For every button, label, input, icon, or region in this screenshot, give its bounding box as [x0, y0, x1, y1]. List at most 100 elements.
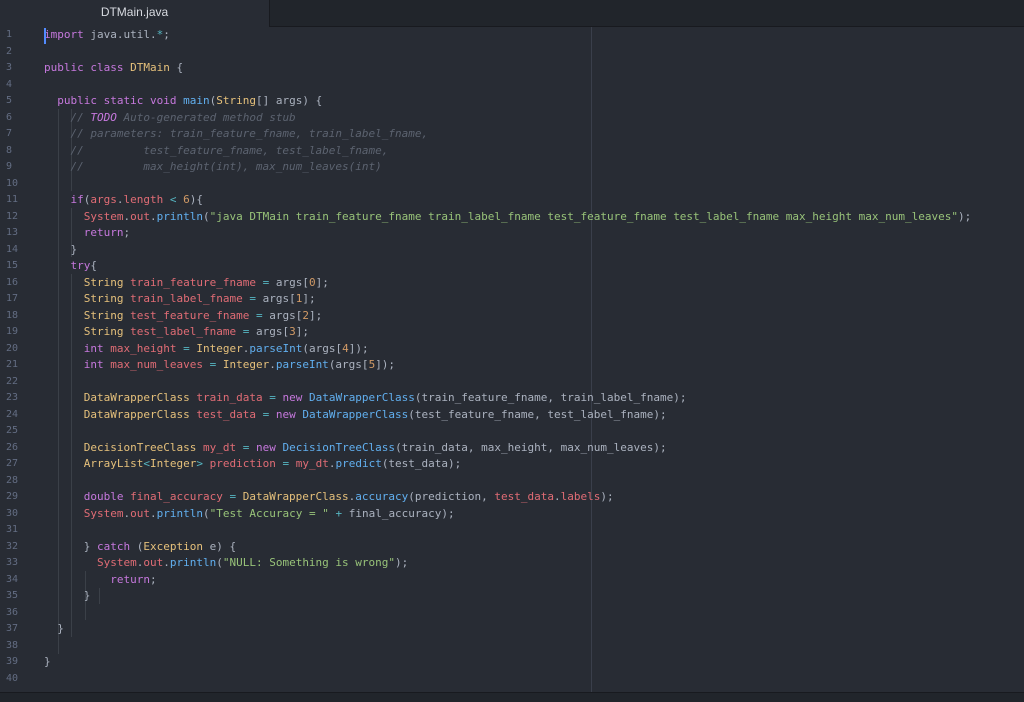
line-number: 22 [6, 375, 19, 387]
code-token: ( [202, 209, 210, 223]
code-token: public static void [57, 94, 184, 107]
code-token: "NULL: Something is wrong" [222, 556, 396, 569]
code-line[interactable]: DataWrapperClass train_data = new DataWr… [44, 390, 687, 407]
code-line[interactable]: System.out.println("java DTMain train_fe… [44, 209, 971, 226]
code-token: (test_data); [381, 457, 462, 470]
line-number: 6 [6, 111, 13, 123]
code-line[interactable]: String train_feature_fname = args[0]; [44, 275, 329, 292]
code-line[interactable]: import java.util.*; [44, 27, 170, 44]
code-line[interactable]: String test_feature_fname = args[2]; [44, 308, 322, 325]
line-number: 20 [6, 342, 19, 354]
code-token: java.util. [83, 28, 157, 41]
code-token: < [163, 193, 184, 206]
code-line[interactable]: } [44, 654, 51, 671]
line-number: 2 [6, 45, 13, 57]
code-token: [] args) { [255, 94, 323, 107]
code-line[interactable]: System.out.println("Test Accuracy = " + … [44, 506, 455, 523]
code-line[interactable]: int max_height = Integer.parseInt(args[4… [44, 341, 369, 358]
code-token: test_data [196, 407, 256, 421]
code-line[interactable]: String train_label_fname = args[1]; [44, 291, 316, 308]
code-token: = [255, 275, 276, 289]
tab-dtmain-java[interactable]: DTMain.java [0, 0, 270, 27]
code-token: 4 [342, 341, 349, 355]
code-token: (test_feature_fname, test_label_fname); [408, 407, 667, 421]
code-token: String [216, 94, 256, 107]
code-token: test_feature_fname [130, 308, 250, 322]
code-line[interactable]: DecisionTreeClass my_dt = new DecisionTr… [44, 440, 667, 457]
code-token: String [83, 292, 131, 305]
code-line[interactable]: DataWrapperClass test_data = new DataWra… [44, 407, 667, 424]
line-number: 25 [6, 425, 19, 436]
code-token: // parameters: train_feature_fname, trai… [70, 127, 429, 140]
code-line[interactable]: // max_height(int), max_num_leaves(int) [44, 159, 382, 176]
code-token: // max_height(int), max_num_leaves(int) [70, 160, 382, 173]
code-line[interactable]: try{ [44, 258, 98, 275]
line-number: 3 [6, 62, 13, 73]
code-line[interactable]: // TODO Auto-generated method stub [44, 110, 296, 127]
code-token: ]); [375, 358, 396, 371]
indent-guide [99, 588, 100, 604]
line-number: 34 [6, 573, 19, 585]
code-token: ]); [348, 341, 369, 355]
code-token: = [176, 341, 197, 355]
code-token: prediction [209, 457, 276, 470]
line-number: 38 [6, 639, 19, 651]
code-token: DecisionTreeClass [83, 440, 203, 454]
code-line[interactable]: if(args.length < 6){ [44, 192, 204, 209]
code-token: (args[ [328, 358, 369, 371]
code-token: accuracy [355, 490, 409, 503]
code-line[interactable]: ArrayList<Integer> prediction = my_dt.pr… [44, 456, 462, 473]
line-number: 19 [6, 326, 19, 337]
code-line[interactable]: double final_accuracy = DataWrapperClass… [44, 489, 614, 506]
code-line[interactable]: public class DTMain { [44, 60, 183, 77]
code-token: 3 [289, 325, 296, 338]
line-number: 27 [6, 458, 19, 469]
line-number: 29 [6, 491, 19, 502]
code-line[interactable]: // parameters: train_feature_fname, trai… [44, 126, 429, 143]
line-number: 18 [6, 309, 19, 321]
code-line[interactable]: return; [44, 572, 156, 589]
code-line[interactable]: int max_num_leaves = Integer.parseInt(ar… [44, 357, 395, 374]
code-token: args[ [262, 292, 296, 305]
code-token: ]; [295, 325, 309, 338]
code-token: (args[ [302, 341, 343, 355]
line-number-gutter: 1 2 3 4 5 6 7 8 9 10 11 12 13 14 15 16 17 18 19 20 21 22 23 24 2… [0, 27, 40, 692]
code-token: ( [216, 556, 223, 569]
code-line[interactable]: } catch (Exception e) { [44, 539, 236, 556]
code-line[interactable]: System.out.println("NULL: Something is w… [44, 555, 408, 572]
code-line[interactable]: String test_label_fname = args[3]; [44, 324, 309, 341]
code-token: Exception [143, 539, 203, 553]
code-line[interactable]: // test_feature_fname, test_label_fname, [44, 143, 389, 160]
code-token: out [143, 556, 164, 569]
code-token: import [44, 28, 84, 41]
code-line[interactable]: return; [44, 225, 130, 242]
code-token: // [70, 110, 91, 124]
code-token: main [183, 94, 210, 107]
code-editor[interactable]: 1 2 3 4 5 6 7 8 9 10 11 12 13 14 15 16 17 18 19 20 21 22 23 24 2… [0, 27, 1024, 692]
code-token: max_num_leaves [110, 358, 203, 371]
code-token: = [236, 325, 256, 338]
code-line[interactable]: } [44, 242, 77, 259]
text-cursor [44, 28, 46, 44]
code-token: ); [600, 490, 614, 503]
code-token: = [242, 292, 263, 305]
code-token: public class [44, 61, 131, 74]
code-token: } [44, 589, 91, 602]
code-token: DTMain [130, 61, 170, 74]
line-number: 7 [6, 128, 13, 139]
code-line[interactable]: public static void main(String[] args) { [44, 93, 322, 110]
code-line[interactable]: } [44, 588, 91, 605]
code-token: train_data [196, 391, 263, 404]
code-line[interactable]: } [44, 621, 64, 638]
code-token: { [169, 61, 184, 74]
code-area[interactable]: import java.util.*; public class DTMain {… [44, 27, 1024, 692]
line-number: 11 [6, 194, 19, 205]
